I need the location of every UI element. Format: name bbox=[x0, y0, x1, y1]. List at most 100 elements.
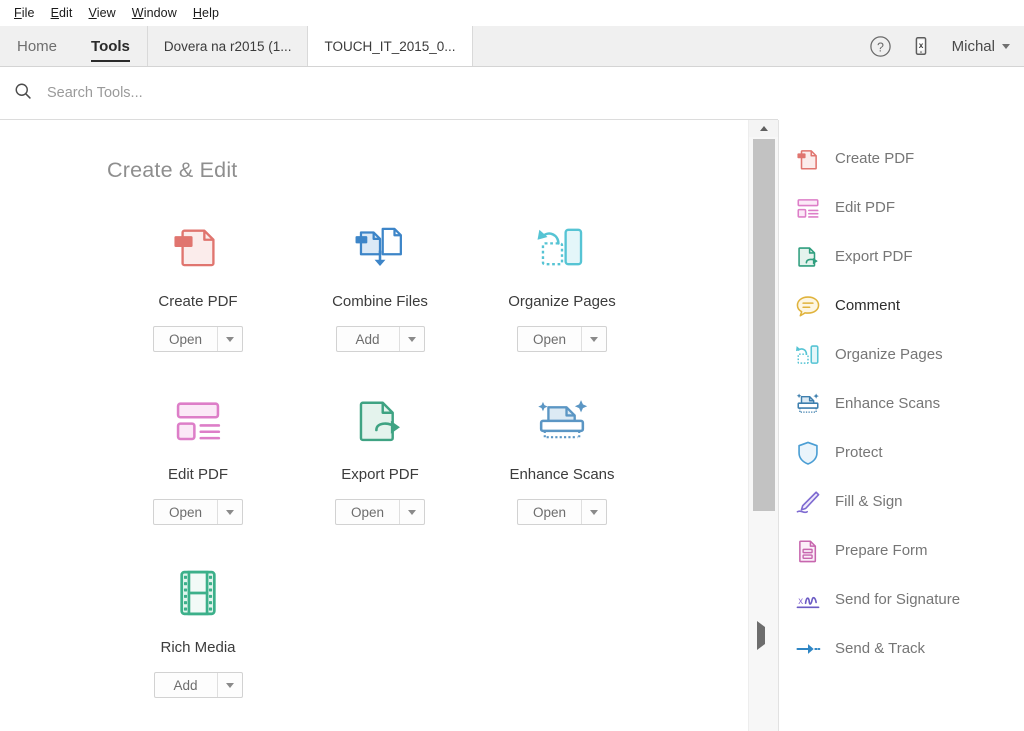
chevron-down-icon bbox=[226, 510, 234, 515]
tool-label: Organize Pages bbox=[508, 293, 616, 310]
tool-label: Enhance Scans bbox=[509, 466, 614, 483]
panel-item-edit-pdf[interactable]: Edit PDF bbox=[779, 183, 1024, 232]
menu-window[interactable]: Window bbox=[124, 4, 185, 22]
search-icon bbox=[13, 81, 33, 106]
tool-action-label: Open bbox=[154, 327, 217, 351]
tool-action-button-create-pdf[interactable]: Open bbox=[153, 326, 243, 352]
panel-item-label: Prepare Form bbox=[835, 542, 928, 559]
tool-action-label: Open bbox=[518, 500, 581, 524]
menu-edit[interactable]: Edit bbox=[43, 4, 81, 22]
tool-action-button-export-pdf[interactable]: Open bbox=[335, 499, 425, 525]
tab-divider bbox=[472, 26, 473, 66]
tool-card-export-pdf[interactable]: Export PDF Open bbox=[289, 388, 471, 525]
tab-tools[interactable]: Tools bbox=[74, 26, 147, 66]
menu-help-rest: elp bbox=[202, 6, 219, 20]
panel-item-send-for-signature[interactable]: x Send for Signature bbox=[779, 575, 1024, 624]
tool-action-dropdown[interactable] bbox=[399, 500, 424, 524]
tab-home[interactable]: Home bbox=[0, 26, 74, 66]
edit-pdf-icon bbox=[166, 388, 230, 452]
tool-action-button-enhance-scans[interactable]: Open bbox=[517, 499, 607, 525]
panel-item-create-pdf[interactable]: Create PDF bbox=[779, 134, 1024, 183]
organize-pages-icon bbox=[530, 215, 594, 279]
menu-window-mnemonic: W bbox=[132, 6, 144, 20]
search-input[interactable] bbox=[45, 84, 445, 102]
chevron-up-icon bbox=[760, 126, 768, 131]
panel-item-label: Comment bbox=[835, 297, 900, 314]
panel-item-enhance-scans[interactable]: Enhance Scans bbox=[779, 379, 1024, 428]
document-tab-touchit[interactable]: TOUCH_IT_2015_0... bbox=[308, 26, 471, 66]
svg-text:x: x bbox=[798, 596, 803, 607]
search-bar bbox=[0, 67, 778, 120]
tool-label: Rich Media bbox=[160, 639, 235, 656]
tools-content: Create & Edit Create PDF Open bbox=[0, 120, 748, 698]
tool-action-button-combine-files[interactable]: Add bbox=[336, 326, 425, 352]
panel-item-fill-and-sign[interactable]: Fill & Sign bbox=[779, 477, 1024, 526]
panel-item-label: Organize Pages bbox=[835, 346, 943, 363]
document-tab-dovera[interactable]: Dovera na r2015 (1... bbox=[148, 26, 308, 66]
menu-file-mnemonic: F bbox=[14, 6, 22, 20]
tool-label: Combine Files bbox=[332, 293, 428, 310]
tool-action-dropdown[interactable] bbox=[399, 327, 424, 351]
enhance-scans-icon bbox=[530, 388, 594, 452]
chevron-down-icon bbox=[408, 337, 416, 342]
panel-item-comment[interactable]: Comment bbox=[779, 281, 1024, 330]
menu-view[interactable]: View bbox=[81, 4, 124, 22]
menu-bar: File Edit View Window Help bbox=[0, 0, 1024, 26]
tool-card-edit-pdf[interactable]: Edit PDF Open bbox=[107, 388, 289, 525]
user-menu[interactable]: Michal bbox=[948, 38, 1010, 55]
rich-media-icon bbox=[166, 561, 230, 625]
panel-item-label: Protect bbox=[835, 444, 883, 461]
tool-card-combine-files[interactable]: Combine Files Add bbox=[289, 215, 471, 352]
tool-action-label: Add bbox=[155, 673, 217, 697]
svg-text:?: ? bbox=[877, 40, 884, 54]
panel-item-label: Send & Track bbox=[835, 640, 925, 657]
tool-action-dropdown[interactable] bbox=[217, 673, 242, 697]
pen-icon bbox=[794, 488, 822, 516]
tool-card-enhance-scans[interactable]: Enhance Scans Open bbox=[471, 388, 653, 525]
panel-item-export-pdf[interactable]: Export PDF bbox=[779, 232, 1024, 281]
menu-view-mnemonic: V bbox=[89, 6, 97, 20]
menu-help-mnemonic: H bbox=[193, 6, 202, 20]
tool-action-dropdown[interactable] bbox=[217, 327, 242, 351]
menu-help[interactable]: Help bbox=[185, 4, 227, 22]
panel-item-prepare-form[interactable]: Prepare Form bbox=[779, 526, 1024, 575]
tool-card-organize-pages[interactable]: Organize Pages Open bbox=[471, 215, 653, 352]
body-container: Create & Edit Create PDF Open bbox=[0, 120, 1024, 731]
tool-action-dropdown[interactable] bbox=[581, 500, 606, 524]
panel-collapse-handle[interactable] bbox=[757, 627, 765, 645]
tab-bar-right-controls: ? x Michal bbox=[868, 26, 1024, 66]
tool-action-label: Add bbox=[337, 327, 399, 351]
chevron-down-icon bbox=[590, 337, 598, 342]
menu-file-rest: ile bbox=[22, 6, 35, 20]
panel-item-label: Export PDF bbox=[835, 248, 913, 265]
scrollbar-track[interactable] bbox=[749, 137, 778, 731]
tool-card-create-pdf[interactable]: Create PDF Open bbox=[107, 215, 289, 352]
scrollbar-up-button[interactable] bbox=[749, 120, 778, 137]
tool-action-button-edit-pdf[interactable]: Open bbox=[153, 499, 243, 525]
tool-action-button-organize-pages[interactable]: Open bbox=[517, 326, 607, 352]
comment-icon bbox=[794, 292, 822, 320]
menu-edit-mnemonic: E bbox=[51, 6, 59, 20]
tool-action-button-rich-media[interactable]: Add bbox=[154, 672, 243, 698]
shield-icon bbox=[794, 439, 822, 467]
tools-main-pane: Create & Edit Create PDF Open bbox=[0, 120, 748, 731]
mobile-link-icon[interactable]: x bbox=[908, 33, 934, 59]
page-title: Create & Edit bbox=[107, 158, 748, 183]
question-mark-circle-icon[interactable]: ? bbox=[868, 33, 894, 59]
tool-action-dropdown[interactable] bbox=[217, 500, 242, 524]
panel-item-protect[interactable]: Protect bbox=[779, 428, 1024, 477]
panel-item-send-and-track[interactable]: Send & Track bbox=[779, 624, 1024, 673]
panel-item-label: Send for Signature bbox=[835, 591, 960, 608]
scrollbar-thumb[interactable] bbox=[753, 139, 775, 511]
panel-item-organize-pages[interactable]: Organize Pages bbox=[779, 330, 1024, 379]
chevron-down-icon bbox=[408, 510, 416, 515]
enhance-scans-icon bbox=[794, 390, 822, 418]
menu-file[interactable]: File bbox=[6, 4, 43, 22]
tool-action-dropdown[interactable] bbox=[581, 327, 606, 351]
tool-card-rich-media[interactable]: Rich Media Add bbox=[107, 561, 289, 698]
user-menu-label: Michal bbox=[952, 38, 995, 55]
menu-edit-rest: dit bbox=[59, 6, 73, 20]
export-pdf-icon bbox=[794, 243, 822, 271]
chevron-down-icon bbox=[226, 337, 234, 342]
main-scrollbar[interactable] bbox=[748, 120, 778, 731]
